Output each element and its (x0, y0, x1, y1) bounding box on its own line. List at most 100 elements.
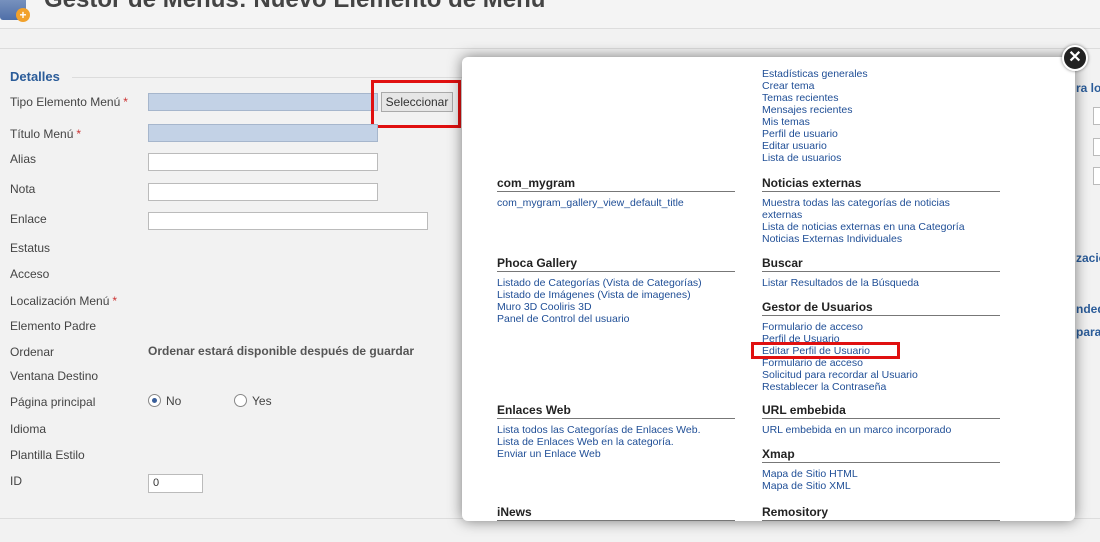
ordering-label: Ordenar (10, 345, 55, 359)
modal-item-link[interactable]: Muestra todas las categorías de noticias (762, 197, 1000, 209)
section-noticias-externas: Noticias externas Muestra todas las cate… (762, 177, 1000, 245)
parent-item-label: Elemento Padre (10, 319, 97, 333)
ordering-note: Ordenar estará disponible después de gua… (148, 344, 415, 358)
highlight-edit-profile-box (751, 342, 900, 359)
id-label: ID (10, 474, 22, 488)
menu-title-field[interactable] (148, 124, 378, 142)
modal-item-link[interactable]: Solicitud para recordar al Usuario (762, 369, 1000, 381)
access-label: Acceso (10, 267, 50, 281)
top-list: Estadísticas generales Crear tema Temas … (762, 68, 868, 164)
menu-item-type-field[interactable] (148, 93, 378, 111)
modal-item-link[interactable]: URL embebida en un marco incorporado (762, 424, 1000, 436)
home-page-label: Página principal (10, 395, 96, 409)
menu-item-type-label: Tipo Elemento Menú * (10, 95, 128, 109)
modal-item-link[interactable]: Enviar un Enlace Web (497, 448, 735, 460)
required-mark: * (76, 127, 82, 141)
right-panel-fragment: nded (1076, 302, 1100, 316)
modal-item-link[interactable]: Estadísticas generales (762, 68, 868, 80)
details-legend: Detalles (10, 69, 60, 84)
section-buscar: Buscar Listar Resultados de la Búsqueda (762, 257, 1000, 289)
right-panel-fragment: para (1076, 325, 1100, 339)
radio-checked-icon (148, 394, 161, 407)
plus-icon: + (16, 8, 30, 22)
status-label: Estatus (10, 241, 51, 255)
right-panel-fragment: ra lo (1076, 81, 1100, 95)
modal-item-link[interactable]: Formulario de acceso (762, 321, 1000, 333)
modal-item-link[interactable]: com_mygram_gallery_view_default_title (497, 197, 735, 209)
menu-title-label: Título Menú * (10, 127, 81, 141)
section-heading: Xmap (762, 448, 1000, 463)
section-heading: iNews (497, 506, 735, 521)
section-inews: iNews (497, 506, 735, 521)
link-field[interactable] (148, 212, 428, 230)
highlight-select-box (371, 80, 461, 128)
modal-item-link[interactable]: Mis temas (762, 116, 868, 128)
modal-item-link[interactable]: Muro 3D Cooliris 3D (497, 301, 735, 313)
modal-item-link[interactable]: Mapa de Sitio XML (762, 480, 1000, 492)
section-heading: com_mygram (497, 177, 735, 192)
note-label: Nota (10, 182, 36, 196)
modal-item-link[interactable]: Listado de Imágenes (Vista de imagenes) (497, 289, 735, 301)
modal-item-link[interactable]: Panel de Control del usuario (497, 313, 735, 325)
modal-item-link[interactable]: Lista de Enlaces Web en la categoría. (497, 436, 735, 448)
section-heading: Buscar (762, 257, 1000, 272)
section-xmap: Xmap Mapa de Sitio HTML Mapa de Sitio XM… (762, 448, 1000, 492)
template-style-label: Plantilla Estilo (10, 448, 85, 462)
page: + Gestor de Menús: Nuevo Elemento de Men… (0, 0, 1100, 542)
modal-item-link[interactable]: Restablecer la Contraseña (762, 381, 1000, 393)
required-mark: * (112, 294, 118, 308)
required-mark: * (123, 95, 128, 109)
alias-field[interactable] (148, 153, 378, 171)
note-field[interactable] (148, 183, 378, 201)
home-yes-radio[interactable]: Yes (234, 394, 272, 408)
legend-divider (72, 77, 472, 78)
close-icon[interactable]: ✕ (1062, 45, 1088, 71)
modal-item-link[interactable]: Lista de usuarios (762, 152, 868, 164)
section-heading: URL embebida (762, 404, 1000, 419)
right-panel-field[interactable] (1093, 138, 1100, 156)
section-heading: Enlaces Web (497, 404, 735, 419)
section-heading: Gestor de Usuarios (762, 301, 1000, 316)
modal-item-link[interactable]: Lista todos las Categorías de Enlaces We… (497, 424, 735, 436)
title-bar: + Gestor de Menús: Nuevo Elemento de Men… (0, 0, 1100, 29)
modal-item-link[interactable]: Crear tema (762, 80, 868, 92)
modal-item-link[interactable]: Noticias Externas Individuales (762, 233, 1000, 245)
alias-label: Alias (10, 152, 37, 166)
section-heading: Phoca Gallery (497, 257, 735, 272)
right-panel-fragment: zació (1076, 251, 1100, 265)
toolbar-band (0, 30, 1100, 49)
link-label: Enlace (10, 212, 47, 226)
language-label: Idioma (10, 422, 47, 436)
modal-item-link[interactable]: Temas recientes (762, 92, 868, 104)
home-no-label: No (166, 394, 182, 408)
right-panel-field[interactable] (1093, 107, 1100, 125)
modal-item-link[interactable]: Mensajes recientes (762, 104, 868, 116)
radio-unchecked-icon (234, 394, 247, 407)
menu-location-label: Localización Menú * (10, 294, 117, 308)
section-url-embebida: URL embebida URL embebida en un marco in… (762, 404, 1000, 436)
modal-item-link[interactable]: Listar Resultados de la Búsqueda (762, 277, 1000, 289)
home-no-radio[interactable]: No (148, 394, 181, 408)
section-heading: Remository (762, 506, 1000, 521)
modal-item-link[interactable]: externas (762, 209, 1000, 221)
menu-location-text: Localización Menú (10, 294, 110, 308)
modal-item-link[interactable]: Mapa de Sitio HTML (762, 468, 1000, 480)
section-heading: Noticias externas (762, 177, 1000, 192)
section-remository: Remository (762, 506, 1000, 521)
target-window-label: Ventana Destino (10, 369, 99, 383)
section-com-mygram: com_mygram com_mygram_gallery_view_defau… (497, 177, 735, 209)
section-phoca-gallery: Phoca Gallery Listado de Categorías (Vis… (497, 257, 735, 325)
right-panel-field[interactable] (1093, 167, 1100, 185)
modal-item-link[interactable]: Editar usuario (762, 140, 868, 152)
modal-item-link[interactable]: Perfil de usuario (762, 128, 868, 140)
menu-type-modal: Estadísticas generales Crear tema Temas … (462, 57, 1075, 521)
menu-manager-icon: + (0, 0, 30, 22)
section-web-links: Enlaces Web Lista todos las Categorías d… (497, 404, 735, 460)
id-field: 0 (148, 474, 203, 493)
modal-item-link[interactable]: Lista de noticias externas en una Catego… (762, 221, 1000, 233)
home-yes-label: Yes (252, 394, 272, 408)
page-title: Gestor de Menús: Nuevo Elemento de Menú (44, 0, 545, 14)
menu-title-text: Título Menú (10, 127, 74, 141)
modal-item-link[interactable]: Listado de Categorías (Vista de Categorí… (497, 277, 735, 289)
menu-item-type-text: Tipo Elemento Menú (10, 95, 121, 109)
